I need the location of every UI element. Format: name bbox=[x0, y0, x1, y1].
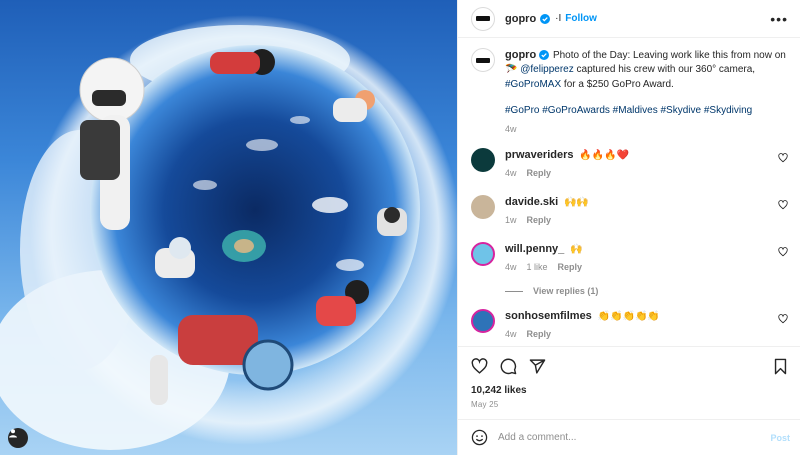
post-photo[interactable] bbox=[0, 0, 457, 455]
caption-author-avatar[interactable] bbox=[471, 48, 495, 72]
commenter-avatar[interactable] bbox=[471, 195, 495, 220]
comment-icon[interactable] bbox=[500, 358, 517, 375]
comment-text: 🙌 bbox=[570, 244, 583, 256]
comment-meta: 4w Reply bbox=[505, 166, 768, 180]
parachute-emoji: 🪂 bbox=[505, 64, 518, 76]
comment-like-heart-icon[interactable] bbox=[778, 314, 788, 324]
verified-badge-icon bbox=[539, 50, 550, 61]
comment-item: davide.ski 🙌🙌 1w Reply bbox=[471, 195, 788, 227]
hashtag-link[interactable]: #GoPro bbox=[505, 105, 539, 116]
hashtag-link[interactable]: #Skydive bbox=[660, 105, 701, 116]
comment-item: will.penny_ 🙌 4w 1 like Reply bbox=[471, 242, 788, 274]
comment-username[interactable]: davide.ski bbox=[505, 196, 558, 208]
caption-username[interactable]: gopro bbox=[505, 49, 536, 61]
comment-age: 4w bbox=[505, 329, 517, 340]
reply-button[interactable]: Reply bbox=[527, 329, 552, 339]
post-actions: 10,242 likes May 25 bbox=[458, 346, 800, 419]
comment-username[interactable]: sonhosemfilmes bbox=[505, 310, 592, 322]
hashtag-link[interactable]: #GoProAwards bbox=[542, 105, 610, 116]
more-options-icon[interactable]: ••• bbox=[770, 12, 788, 26]
comment-text: 🙌🙌 bbox=[563, 197, 589, 209]
skydiver-4 bbox=[377, 207, 407, 236]
add-comment-bar: Post bbox=[458, 419, 800, 455]
gopro-avatar[interactable] bbox=[471, 6, 495, 31]
comment-age: 1w bbox=[505, 215, 517, 226]
comments-scroll-area[interactable]: gopro Photo of the Day: Leaving work lik… bbox=[458, 38, 800, 346]
comment-like-count[interactable]: 1 like bbox=[527, 262, 548, 272]
heart-icon[interactable] bbox=[471, 357, 488, 375]
comment-text: 🔥🔥🔥❤️ bbox=[579, 150, 630, 162]
comment-meta: 4w Reply bbox=[505, 327, 768, 341]
user-tag-icon[interactable] bbox=[8, 428, 28, 448]
comment-text: 👏👏👏👏👏 bbox=[597, 311, 660, 323]
reply-button[interactable]: Reply bbox=[558, 262, 583, 272]
action-icons-row bbox=[471, 355, 788, 377]
skydiver-2 bbox=[210, 49, 275, 75]
comment-username[interactable]: will.penny_ bbox=[505, 243, 564, 255]
header-separator: ·I bbox=[555, 13, 562, 24]
comment-age: 4w bbox=[505, 168, 517, 179]
comment-like-heart-icon[interactable] bbox=[778, 247, 788, 257]
caption-text: gopro Photo of the Day: Leaving work lik… bbox=[505, 48, 790, 118]
comment-meta: 1w Reply bbox=[505, 213, 768, 227]
comment-age: 4w bbox=[505, 262, 517, 273]
comment-like-heart-icon[interactable] bbox=[778, 153, 788, 163]
reply-button[interactable]: Reply bbox=[527, 215, 552, 225]
verified-badge-icon bbox=[540, 13, 551, 24]
emoji-icon[interactable] bbox=[471, 429, 488, 446]
post-author-username[interactable]: gopro bbox=[505, 13, 536, 25]
hashtag-link[interactable]: #Maldives bbox=[613, 105, 658, 116]
bookmark-icon[interactable] bbox=[773, 358, 788, 375]
caption-age: 4w bbox=[505, 124, 517, 135]
caption-line-2: captured his crew with our 360° camera, bbox=[573, 64, 756, 76]
view-replies-label: View replies (1) bbox=[533, 286, 599, 297]
post-header: gopro ·I Follow ••• bbox=[458, 0, 800, 38]
hashtag-link[interactable]: #Skydiving bbox=[704, 105, 752, 116]
skydive-360-photo bbox=[0, 15, 457, 450]
commenter-avatar[interactable] bbox=[471, 148, 495, 173]
comment-meta: 4w 1 like Reply bbox=[505, 260, 768, 274]
post-caption: gopro Photo of the Day: Leaving work lik… bbox=[471, 48, 788, 134]
commenter-avatar[interactable] bbox=[471, 242, 495, 267]
hashtag-camera-link[interactable]: #GoProMAX bbox=[505, 79, 561, 90]
likes-count[interactable]: 10,242 likes bbox=[471, 385, 788, 396]
share-icon[interactable] bbox=[529, 358, 546, 375]
caption-line-3: for a $250 GoPro Award. bbox=[561, 78, 674, 90]
replies-divider-line bbox=[505, 290, 523, 292]
commenter-avatar[interactable] bbox=[471, 309, 495, 334]
instagram-post-view: gopro ·I Follow ••• gopro Photo of the D… bbox=[0, 0, 800, 455]
reply-button[interactable]: Reply bbox=[527, 168, 552, 178]
view-replies-button[interactable]: View replies (1) bbox=[505, 286, 788, 296]
comment-item: prwaveriders 🔥🔥🔥❤️ 4w Reply bbox=[471, 148, 788, 180]
post-date: May 25 bbox=[471, 400, 499, 409]
comment-like-heart-icon[interactable] bbox=[778, 200, 788, 210]
caption-line-1: Photo of the Day: Leaving work like this… bbox=[550, 50, 786, 61]
comment-username[interactable]: prwaveriders bbox=[505, 149, 573, 161]
post-comment-button[interactable]: Post bbox=[770, 433, 790, 443]
post-details-panel: gopro ·I Follow ••• gopro Photo of the D… bbox=[457, 0, 800, 455]
comment-input[interactable] bbox=[498, 432, 761, 443]
comment-item: sonhosemfilmes 👏👏👏👏👏 4w Reply bbox=[471, 309, 788, 341]
hashtag-list: #GoPro #GoProAwards #Maldives #Skydive #… bbox=[505, 104, 790, 118]
mention-link[interactable]: @felipperez bbox=[520, 64, 574, 75]
follow-button[interactable]: Follow bbox=[565, 13, 597, 24]
